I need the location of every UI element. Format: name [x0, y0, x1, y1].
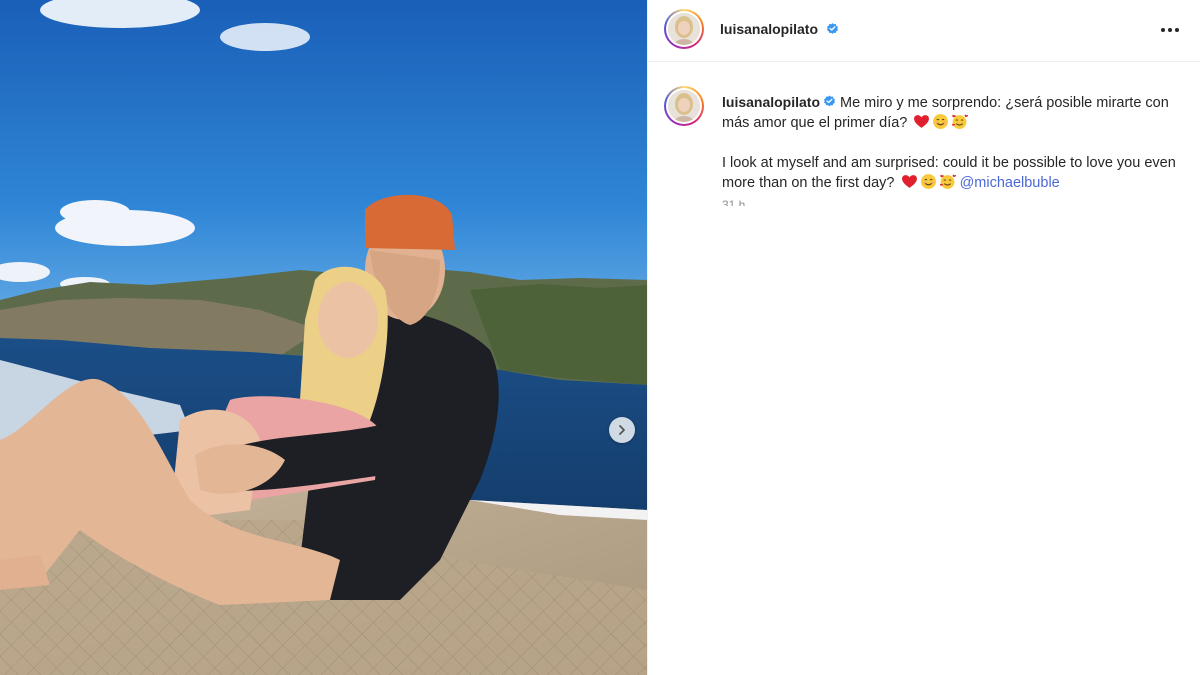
caption-area: luisanalopilato Me miro y me sorprendo: ¿…	[648, 62, 1200, 206]
smiling-face-icon	[933, 114, 949, 129]
profile-photo	[668, 13, 700, 45]
verified-badge-icon	[827, 23, 838, 34]
avatar[interactable]	[664, 9, 704, 49]
carousel-next-button[interactable]	[609, 417, 635, 443]
chevron-right-icon	[619, 425, 625, 435]
post-photo[interactable]	[0, 0, 647, 675]
verified-badge-icon	[824, 95, 835, 107]
more-options-button[interactable]	[1158, 19, 1182, 41]
red-heart-icon	[914, 115, 930, 128]
red-heart-icon	[901, 175, 917, 188]
profile-photo	[668, 90, 700, 122]
dot-icon	[1161, 28, 1165, 32]
mention-link[interactable]: @michaelbuble	[960, 175, 1060, 191]
beach-couple-photo	[0, 0, 647, 675]
smiling-face-with-hearts-icon	[939, 174, 956, 189]
post-header: luisanalopilato	[648, 0, 1200, 62]
post-author-username[interactable]: luisanalopilato	[720, 21, 818, 37]
post-caption: luisanalopilato Me miro y me sorprendo: ¿…	[722, 92, 1182, 193]
post-sidebar: luisanalopilato luisanalopilato Me miro …	[648, 0, 1200, 206]
dot-icon	[1168, 28, 1172, 32]
smiling-face-icon	[920, 174, 936, 189]
smiling-face-with-hearts-icon	[952, 114, 969, 129]
post-timestamp[interactable]: 31 h	[722, 198, 745, 206]
caption-avatar[interactable]	[664, 86, 704, 126]
dot-icon	[1175, 28, 1179, 32]
caption-author-username[interactable]: luisanalopilato	[722, 94, 820, 110]
